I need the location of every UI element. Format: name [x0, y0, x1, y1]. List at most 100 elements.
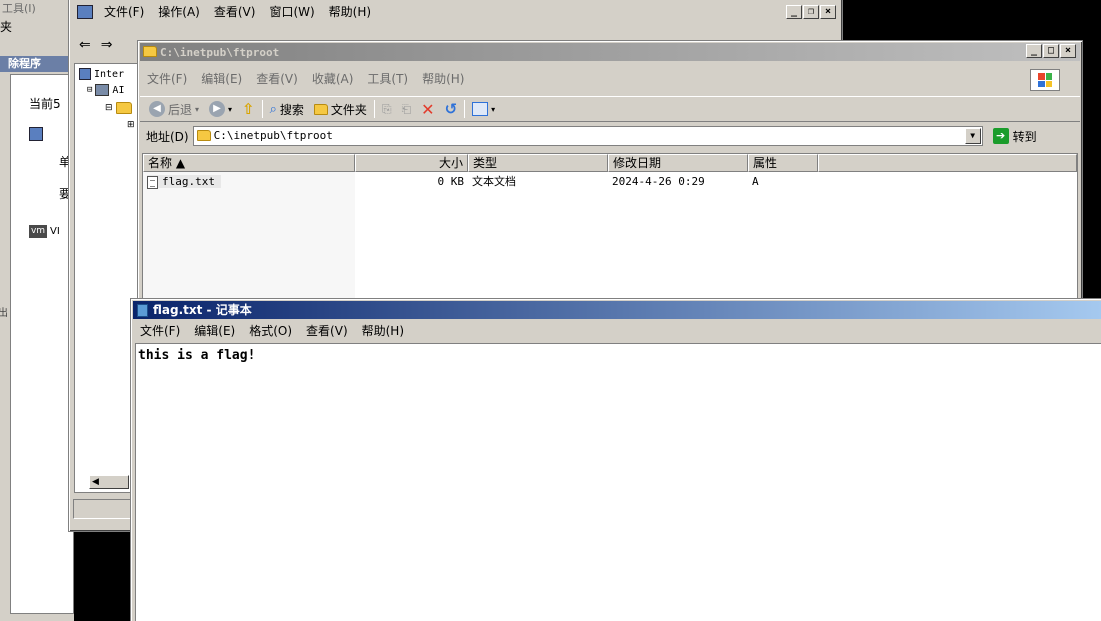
address-input[interactable]: C:\inetpub\ftproot ▼ — [192, 126, 983, 146]
notepad-text-area[interactable]: this is a flag! — [135, 343, 1101, 621]
iis-menu-window[interactable]: 窗口(W) — [262, 3, 321, 21]
explorer-toolbar: ◀ 后退 ▾ ▶ ▾ ⇧ ⌕ 搜索 文件夹 ⎘ ⎗ ✕ ↺ ▾ — [140, 96, 1080, 122]
collapse-icon[interactable]: ⊟ — [87, 85, 92, 95]
folder-up-icon: ⇧ — [242, 100, 255, 118]
file-size: 0 KB — [437, 175, 465, 188]
iis-menu-help[interactable]: 帮助(H) — [322, 3, 378, 21]
scroll-left-icon[interactable]: ◀ — [89, 475, 129, 489]
back-icon: ◀ — [149, 101, 165, 117]
iis-menu-action[interactable]: 操作(A) — [151, 3, 207, 21]
column-header-modified[interactable]: 修改日期 — [608, 154, 748, 172]
explorer-title-bar[interactable]: C:\inetpub\ftproot — [140, 43, 1080, 61]
bg-vm-item[interactable]: vm VI — [29, 225, 60, 238]
back-label: 后退 — [168, 102, 193, 117]
folders-label: 文件夹 — [330, 102, 367, 117]
up-button[interactable]: ⇧ — [239, 100, 258, 118]
folders-button[interactable]: 文件夹 — [311, 101, 370, 118]
expand-icon[interactable]: ⊞ — [127, 120, 135, 130]
address-label: 地址(D) — [146, 129, 189, 144]
folder-icon — [115, 102, 132, 114]
undo-icon[interactable]: ↺ — [442, 100, 461, 118]
notepad-window: flag.txt - 记事本 文件(F) 编辑(E) 格式(O) 查看(V) 帮… — [130, 298, 1101, 621]
dropdown-arrow-icon[interactable]: ▾ — [491, 105, 495, 114]
file-type: 文本文档 — [472, 175, 516, 188]
close-icon[interactable]: × — [820, 5, 836, 19]
tree-item-server[interactable]: ⊟ AI — [87, 84, 124, 96]
address-dropdown-icon[interactable]: ▼ — [964, 128, 981, 144]
explorer-menu-edit[interactable]: 编辑(E) — [194, 70, 249, 88]
delete-icon[interactable]: ✕ — [418, 100, 437, 119]
search-icon: ⌕ — [269, 101, 277, 117]
notepad-title-bar[interactable]: flag.txt - 记事本 — [133, 301, 1101, 319]
column-header-size[interactable]: 大小 — [355, 154, 468, 172]
forward-button[interactable]: ▶ ▾ — [206, 101, 235, 117]
notepad-menu-format[interactable]: 格式(O) — [242, 322, 299, 340]
views-button[interactable]: ▾ — [469, 102, 498, 116]
notepad-menu-edit[interactable]: 编辑(E) — [187, 322, 242, 340]
toolbar-separator — [464, 100, 466, 118]
search-label: 搜索 — [279, 102, 304, 117]
iis-menu-view[interactable]: 查看(V) — [207, 3, 263, 21]
back-arrow-icon[interactable]: ⇐ — [79, 37, 91, 53]
explorer-title: C:\inetpub\ftproot — [160, 46, 280, 59]
move-to-button[interactable]: ⎘ — [379, 102, 395, 117]
maximize-icon[interactable]: □ — [1043, 44, 1059, 58]
bg-panel: 当前5 单 要 vm VI — [10, 74, 74, 614]
folder-icon — [313, 103, 328, 115]
bg-current-label: 当前5 — [29, 97, 61, 111]
toolbar-separator — [261, 100, 263, 118]
explorer-menubar: 文件(F) 编辑(E) 查看(V) 收藏(A) 工具(T) 帮助(H) — [140, 69, 1080, 89]
minimize-icon[interactable]: _ — [786, 5, 802, 19]
go-button[interactable]: ➔ 转到 — [992, 128, 1037, 145]
column-header-filler — [818, 154, 1077, 172]
close-icon[interactable]: × — [1060, 44, 1076, 58]
restore-icon[interactable]: ❐ — [803, 5, 819, 19]
iis-mdi-caption-buttons: _ ❐ × — [786, 5, 836, 19]
dropdown-arrow-icon[interactable]: ▾ — [195, 105, 199, 114]
iis-node-icon — [79, 68, 91, 80]
explorer-menu-view[interactable]: 查看(V) — [249, 70, 305, 88]
tree-item-folder[interactable]: ⊟ — [105, 102, 132, 114]
forward-arrow-icon[interactable]: ⇒ — [101, 37, 113, 53]
dropdown-arrow-icon[interactable]: ▾ — [228, 105, 232, 114]
views-icon — [472, 102, 489, 116]
folder-icon — [196, 130, 211, 141]
bg-section-bar: 除程序 — [0, 56, 74, 72]
notepad-menu-view[interactable]: 查看(V) — [299, 322, 355, 340]
explorer-window: C:\inetpub\ftproot _ □ × 文件(F) 编辑(E) 查看(… — [137, 40, 1083, 340]
iis-nav-arrows: ⇐ ⇒ — [79, 37, 112, 53]
explorer-menu-help[interactable]: 帮助(H) — [415, 70, 471, 88]
table-row[interactable]: flag.txt 0 KB 文本文档 2024-4-26 0:29 A — [143, 174, 1077, 190]
text-file-icon — [147, 175, 158, 189]
file-name-cell: flag.txt — [143, 174, 355, 190]
notepad-title: flag.txt - 记事本 — [153, 303, 252, 317]
forward-icon: ▶ — [209, 101, 226, 117]
explorer-menu-favorites[interactable]: 收藏(A) — [305, 70, 361, 88]
file-name-selection: flag.txt — [147, 175, 221, 189]
column-header-type[interactable]: 类型 — [468, 154, 608, 172]
explorer-menu-file[interactable]: 文件(F) — [140, 70, 194, 88]
minimize-icon[interactable]: _ — [1026, 44, 1042, 58]
background-window: 工具(I) 夹 除程序 当前5 单 要 vm VI 出 — [0, 0, 74, 621]
iis-menu-file[interactable]: 文件(F) — [97, 3, 151, 21]
copy-to-button[interactable]: ⎗ — [399, 102, 415, 117]
go-label: 转到 — [1012, 129, 1037, 144]
notepad-menubar: 文件(F) 编辑(E) 格式(O) 查看(V) 帮助(H) — [133, 321, 1101, 341]
notepad-menu-help[interactable]: 帮助(H) — [355, 322, 411, 340]
tree-item-internet-label: Inter — [94, 68, 125, 80]
file-modified: 2024-4-26 0:29 — [612, 175, 705, 188]
tree-item-internet[interactable]: Inter — [79, 68, 124, 80]
search-button[interactable]: ⌕ 搜索 — [267, 101, 307, 118]
notepad-menu-file[interactable]: 文件(F) — [133, 322, 187, 340]
column-header-name[interactable]: 名称 ▲ — [143, 154, 355, 172]
back-button[interactable]: ◀ 后退 ▾ — [146, 101, 202, 118]
file-name: flag.txt — [162, 175, 215, 188]
explorer-caption-buttons: _ □ × — [1026, 44, 1076, 58]
address-bar: 地址(D) C:\inetpub\ftproot ▼ ➔ 转到 — [140, 124, 1080, 148]
notepad-icon — [137, 304, 148, 317]
explorer-menu-tools[interactable]: 工具(T) — [360, 70, 415, 88]
collapse-icon[interactable]: ⊟ — [105, 103, 113, 113]
bg-vm-label: VI — [50, 226, 60, 237]
bg-menu-fragment[interactable]: 工具(I) — [0, 0, 74, 15]
column-header-attributes[interactable]: 属性 — [748, 154, 818, 172]
